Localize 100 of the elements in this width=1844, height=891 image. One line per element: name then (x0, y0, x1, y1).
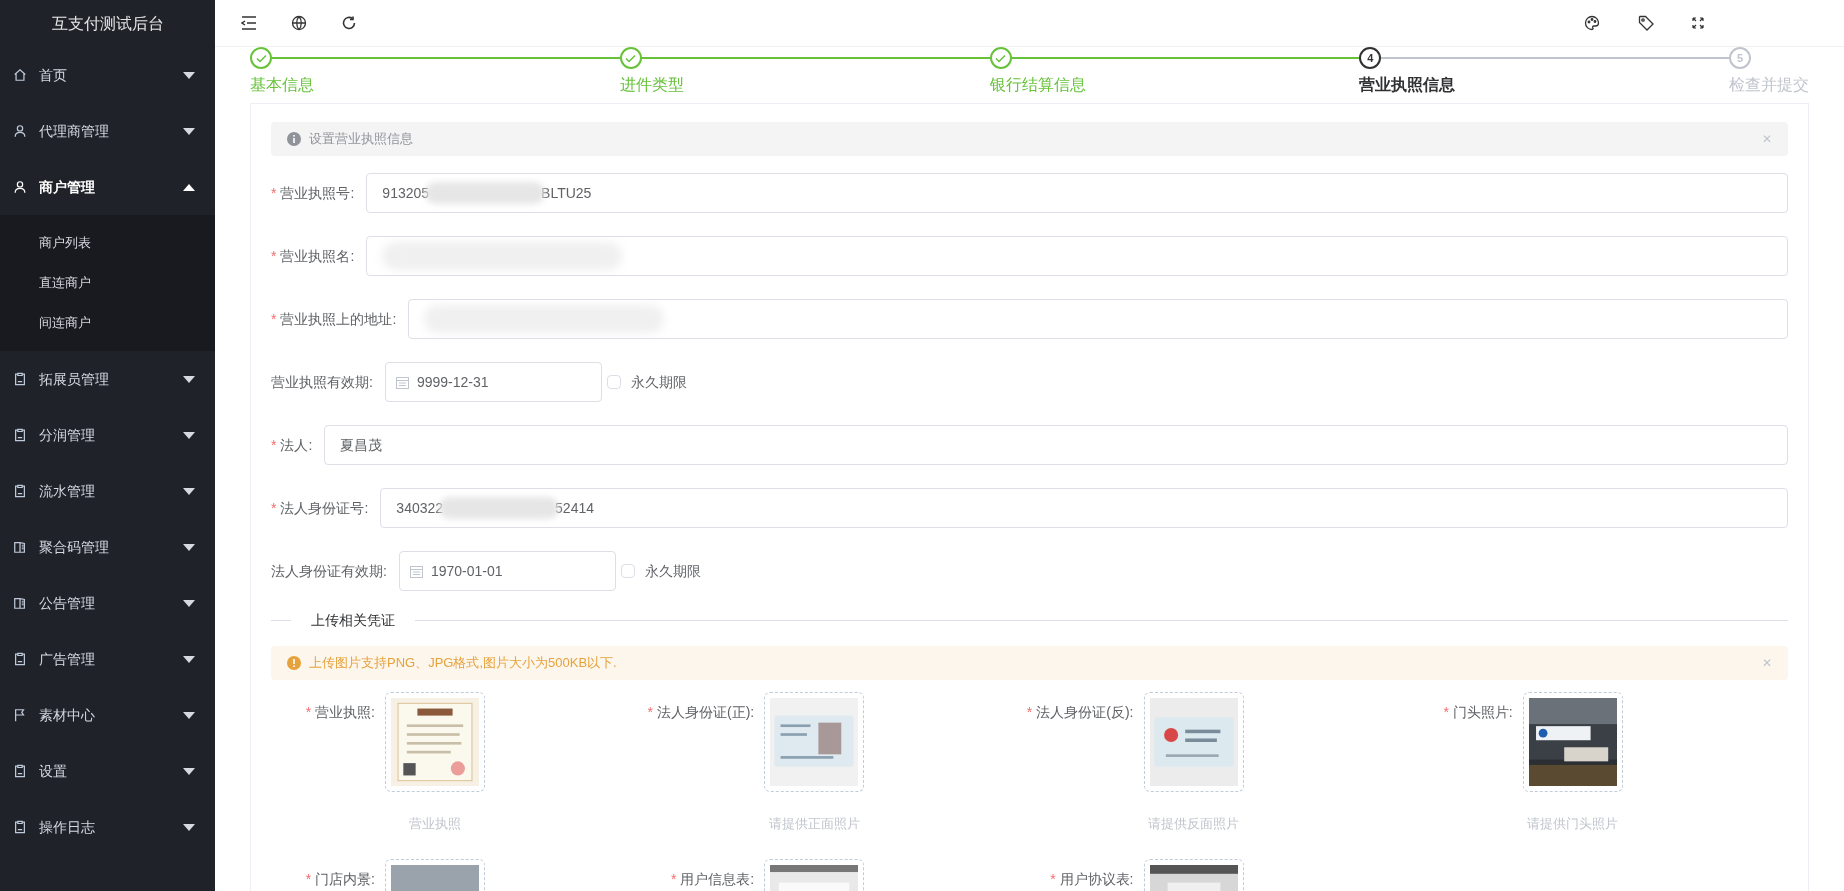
step-title: 营业执照信息 (1359, 75, 1457, 95)
refresh-icon[interactable] (341, 15, 357, 31)
caret-icon (183, 543, 195, 551)
caret-icon (183, 183, 195, 191)
field-label: 营业执照上的地址: (280, 309, 397, 329)
menu-item[interactable]: 拓展员管理 (0, 351, 215, 407)
menu-fold-icon[interactable] (241, 16, 257, 30)
calendar-icon (409, 564, 423, 578)
required-mark: * (271, 498, 277, 518)
caret-icon (183, 711, 195, 719)
field-label: 营业执照名: (280, 246, 355, 266)
field-label: 营业执照: (315, 703, 375, 722)
user-icon (13, 124, 27, 138)
required-mark: * (305, 703, 312, 722)
calendar-icon (395, 375, 409, 389)
submenu-item[interactable]: 间连商户 (0, 303, 215, 343)
field-label: 法人身份证(反): (1036, 703, 1134, 722)
step-title: 基本信息 (250, 75, 315, 95)
tag-icon[interactable] (1638, 15, 1654, 31)
menu-item[interactable]: 广告管理 (0, 631, 215, 687)
clipboard-icon (13, 820, 27, 834)
app-title: 互支付测试后台 (51, 13, 164, 34)
checkbox[interactable] (606, 375, 621, 389)
clipboard-icon (13, 428, 27, 442)
text-field[interactable] (408, 299, 1788, 339)
step-number: 5 (1736, 50, 1744, 66)
required-mark: * (271, 246, 277, 266)
menu-item[interactable]: 分润管理 (0, 407, 215, 463)
palette-icon[interactable] (1584, 15, 1600, 31)
fullscreen-icon[interactable] (1692, 17, 1704, 29)
menu-item[interactable]: 首页 (0, 47, 215, 103)
required-mark: * (1026, 703, 1033, 722)
text-field[interactable]: 913205 BLTU25 (366, 173, 1788, 213)
check-icon (255, 53, 267, 63)
upload-caption: 营业执照 (409, 815, 461, 833)
field-label: 用户信息表: (680, 869, 755, 889)
field-label: 法人身份证号: (280, 498, 369, 518)
checkbox-label[interactable]: 永久期限 (630, 371, 687, 393)
clipboard-icon (13, 484, 27, 498)
clipboard-icon (13, 764, 27, 778)
caret-icon (183, 487, 195, 495)
required-mark: * (670, 869, 677, 889)
text-field[interactable]: 夏昌茂 (324, 425, 1788, 465)
caret-icon (183, 655, 195, 663)
submenu-item[interactable]: 直连商户 (0, 263, 215, 303)
date-field[interactable]: 9999-12-31 (384, 362, 602, 402)
info-icon (287, 132, 301, 146)
clipboard-icon (13, 372, 27, 386)
field-label: 门头照片: (1452, 703, 1513, 722)
required-mark: * (305, 869, 312, 889)
upload-caption: 请提供反面照片 (1148, 815, 1239, 833)
check-icon (625, 53, 637, 63)
check-icon (995, 53, 1006, 63)
field-label: 法人身份证有效期: (271, 561, 387, 581)
date-field[interactable]: 1970-01-01 (398, 551, 616, 591)
upload-tile[interactable] (1522, 692, 1623, 792)
menu-item[interactable]: 商户管理 (0, 159, 215, 215)
upload-tile[interactable] (385, 692, 485, 792)
menu-item[interactable]: 设置 (0, 743, 215, 799)
field-label: 门店内景: (315, 869, 375, 889)
required-mark: * (1443, 703, 1449, 722)
checkbox-label[interactable]: 永久期限 (644, 560, 701, 582)
step-title: 进件类型 (619, 75, 685, 95)
checkbox[interactable] (620, 564, 635, 578)
field-label: 用户协议表: (1059, 869, 1134, 889)
home-icon (13, 68, 27, 82)
caret-icon (183, 375, 195, 383)
required-mark: * (647, 703, 654, 722)
book-icon (13, 540, 27, 554)
submenu-item[interactable]: 商户列表 (0, 223, 215, 263)
step-number: 4 (1367, 50, 1374, 66)
required-mark: * (1050, 869, 1056, 889)
caret-icon (183, 767, 195, 775)
required-mark: * (271, 309, 277, 329)
upload-tile[interactable] (764, 692, 865, 792)
text-field[interactable]: 340322 52414 (380, 488, 1788, 528)
menu-item[interactable]: 代理商管理 (0, 103, 215, 159)
flag-icon (13, 708, 27, 722)
warning-icon (287, 656, 301, 670)
menu-item[interactable]: 操作日志 (0, 799, 215, 855)
book-icon (13, 596, 27, 610)
caret-icon (183, 71, 195, 79)
clipboard-icon (13, 652, 27, 666)
caret-icon (183, 431, 195, 439)
menu-item[interactable]: 素材中心 (0, 687, 215, 743)
upload-tile[interactable] (1143, 692, 1244, 792)
menu-item[interactable]: 聚合码管理 (0, 519, 215, 575)
globe-icon[interactable] (291, 15, 307, 31)
caret-icon (183, 823, 195, 831)
menu-item[interactable]: 公告管理 (0, 575, 215, 631)
user-icon (13, 180, 27, 194)
upload-caption: 请提供正面照片 (768, 815, 860, 833)
caret-icon (183, 127, 195, 135)
menu-item[interactable]: 流水管理 (0, 463, 215, 519)
alert-text: 设置营业执照信息 (309, 130, 413, 149)
caret-icon (183, 599, 195, 607)
field-label: 法人身份证(正): (657, 703, 755, 722)
text-field[interactable] (366, 236, 1788, 276)
field-label: 法人: (280, 435, 313, 455)
required-mark: * (271, 183, 277, 203)
